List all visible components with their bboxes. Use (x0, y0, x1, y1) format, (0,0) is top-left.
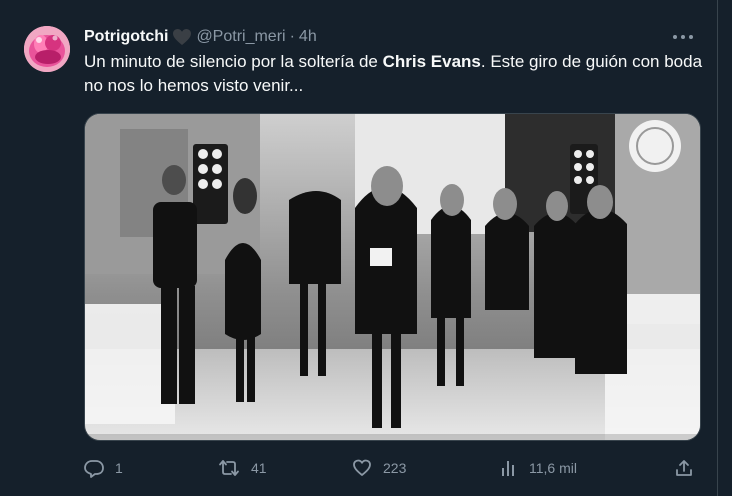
more-icon[interactable] (672, 27, 694, 47)
avatar[interactable] (24, 26, 70, 72)
display-name[interactable]: Potrigotchi (84, 26, 168, 48)
media-photo[interactable] (84, 113, 701, 441)
views-count: 11,6 mil (529, 460, 577, 476)
share-icon (674, 458, 694, 478)
tweet-text-part: Un minuto de silencio por la soltería de (84, 52, 383, 71)
like-count: 223 (383, 460, 407, 476)
retweet-icon (218, 458, 240, 478)
heart-icon (172, 28, 192, 46)
retweet-count: 41 (251, 460, 267, 476)
like-button[interactable]: 223 (352, 457, 406, 479)
timestamp[interactable]: 4h (299, 26, 317, 48)
share-button[interactable] (674, 457, 694, 479)
retweet-button[interactable]: 41 (218, 457, 267, 479)
separator-dot: · (289, 28, 295, 45)
reply-button[interactable]: 1 (84, 457, 123, 479)
tweet-text-bold: Chris Evans (382, 52, 481, 71)
tweet-card[interactable]: Potrigotchi @Potri_meri · 4h Un minuto d… (0, 0, 732, 496)
reply-count: 1 (115, 460, 123, 476)
tweet-header: Potrigotchi @Potri_meri · 4h (84, 26, 317, 48)
user-handle[interactable]: @Potri_meri (196, 26, 285, 48)
tweet-actions: 1 41 223 11,6 mil (84, 457, 704, 479)
like-icon (352, 458, 372, 478)
reply-icon (84, 458, 104, 478)
tweet-text: Un minuto de silencio por la soltería de… (84, 50, 704, 98)
views-button[interactable]: 11,6 mil (500, 457, 577, 479)
timeline-divider (717, 0, 718, 496)
views-icon (500, 458, 518, 478)
